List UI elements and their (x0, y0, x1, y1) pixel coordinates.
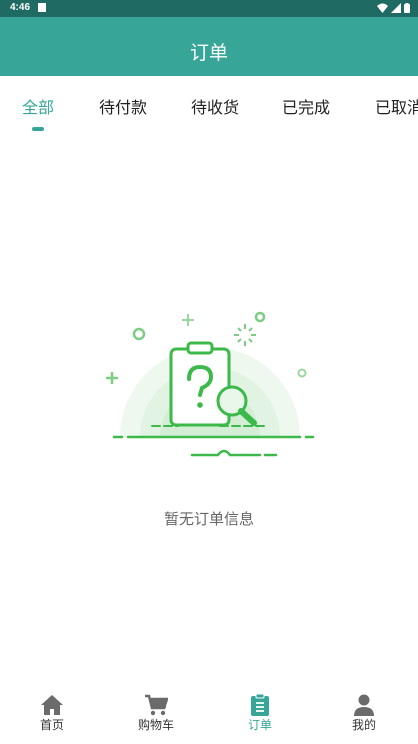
tab-pending-payment[interactable]: 待付款 (99, 94, 147, 118)
tab-pending-receipt[interactable]: 待收货 (191, 94, 239, 118)
nav-cart-label: 购物车 (137, 718, 174, 732)
nav-profile-label: 我的 (351, 718, 376, 732)
clipboard-icon (251, 694, 269, 716)
battery-icon (404, 3, 410, 13)
signal-icon (391, 3, 401, 13)
sim-icon (38, 3, 46, 12)
cart-icon (145, 694, 168, 716)
tab-all[interactable]: 全部 (22, 94, 54, 118)
status-icons (377, 3, 410, 13)
tab-indicator (32, 127, 44, 131)
nav-home-label: 首页 (39, 718, 64, 732)
empty-clipboard-question-icon (106, 311, 315, 457)
nav-orders[interactable]: 订单 (208, 686, 312, 744)
order-tabs: 全部 待付款 待收货 已完成 已取消 (0, 76, 418, 132)
nav-orders-label: 订单 (247, 718, 272, 732)
tab-cancelled[interactable]: 已取消 (375, 94, 418, 118)
wifi-icon (377, 3, 388, 13)
status-time: 4:46 (10, 2, 31, 13)
person-icon (354, 694, 374, 716)
status-bar: 4:46 (0, 0, 418, 17)
empty-message: 暂无订单信息 (163, 510, 254, 528)
app-bar: 订单 (0, 17, 418, 76)
nav-profile[interactable]: 我的 (312, 686, 416, 744)
home-icon (41, 695, 63, 715)
nav-cart[interactable]: 购物车 (104, 686, 208, 744)
nav-home[interactable]: 首页 (0, 686, 104, 744)
bottom-nav: 首页 购物车 订单 我的 (0, 686, 418, 744)
page-title: 订单 (189, 42, 228, 64)
tab-completed[interactable]: 已完成 (282, 94, 330, 118)
